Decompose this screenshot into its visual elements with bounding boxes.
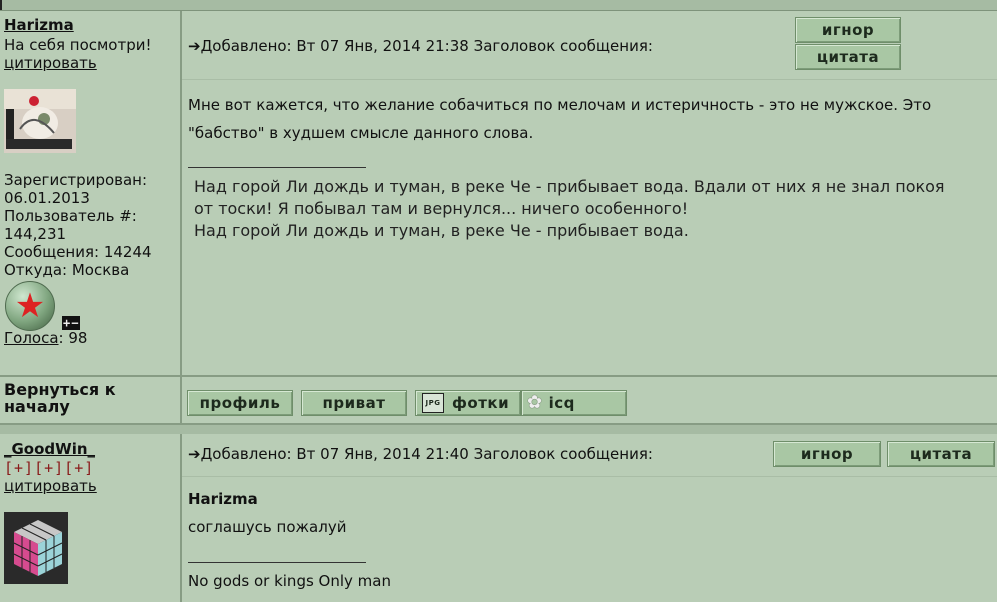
post-header: ➔Добавлено: Вт 07 Янв, 2014 21:38 Заголо… bbox=[182, 11, 997, 80]
posted-text: Добавлено: Вт 07 Янв, 2014 21:40 Заголов… bbox=[200, 445, 653, 463]
user-number: 144,231 bbox=[4, 225, 67, 243]
post-harizma: Harizma На себя посмотри! цитировать Зар… bbox=[0, 11, 997, 377]
back-to-top-link[interactable]: Вернуться к началу bbox=[4, 381, 116, 415]
signature-line: от тоски! Я побывал там и вернулся... ни… bbox=[194, 199, 689, 218]
top-bar-tick bbox=[0, 0, 2, 10]
avatar bbox=[4, 512, 68, 588]
icq-label: icq bbox=[548, 394, 575, 412]
avatar bbox=[4, 89, 76, 157]
quote-button[interactable]: цитата bbox=[887, 441, 995, 467]
plus-minus-toggle-icon[interactable]: +− bbox=[62, 316, 81, 330]
signature: No gods or kings Only man bbox=[188, 572, 391, 590]
icq-button[interactable]: ✿ icq bbox=[521, 390, 627, 416]
private-message-button[interactable]: приват bbox=[301, 390, 407, 416]
post-arrow-icon: ➔ bbox=[188, 37, 201, 55]
photo-icon: JPG bbox=[422, 393, 444, 413]
profile-button[interactable]: профиль bbox=[187, 390, 293, 416]
signature: Над горой Ли дождь и туман, в реке Че - … bbox=[194, 176, 945, 242]
ignore-button[interactable]: игнор bbox=[773, 441, 881, 467]
post-header: ➔Добавлено: Вт 07 Янв, 2014 21:40 Заголо… bbox=[182, 434, 997, 477]
votes: Голоса: 98 bbox=[4, 329, 87, 347]
post-author-panel: _GoodWin_ [+][+][+] цитировать bbox=[0, 434, 182, 602]
post-goodwin: _GoodWin_ [+][+][+] цитировать ➔Добавлен… bbox=[0, 434, 997, 602]
quote-author-link[interactable]: цитировать bbox=[4, 477, 97, 495]
quote-button[interactable]: цитата bbox=[795, 44, 901, 70]
quote-author-link[interactable]: цитировать bbox=[4, 54, 97, 72]
top-bar bbox=[0, 0, 997, 11]
photos-label: фотки bbox=[452, 394, 510, 412]
back-to-top-label: началу bbox=[4, 397, 70, 416]
reputation-marks: [+][+][+] bbox=[4, 459, 95, 477]
back-to-top-cell: Вернуться к началу bbox=[0, 377, 182, 423]
post-body: соглашусь пожалуй bbox=[188, 518, 347, 536]
author-username[interactable]: Harizma bbox=[4, 16, 74, 34]
back-to-top-label: Вернуться к bbox=[4, 380, 116, 399]
posted-meta: ➔Добавлено: Вт 07 Янв, 2014 21:40 Заголо… bbox=[188, 445, 653, 463]
signature-divider bbox=[188, 167, 366, 168]
star-badge-icon: ★ bbox=[5, 281, 55, 331]
posted-text: Добавлено: Вт 07 Янв, 2014 21:38 Заголов… bbox=[200, 37, 653, 55]
post-arrow-icon: ➔ bbox=[188, 445, 201, 463]
registered-label: Зарегистрирован: bbox=[4, 171, 148, 189]
registered-date: 06.01.2013 bbox=[4, 189, 90, 207]
post-content: ➔Добавлено: Вт 07 Янв, 2014 21:38 Заголо… bbox=[182, 11, 997, 375]
author-info: Зарегистрирован: 06.01.2013 Пользователь… bbox=[4, 171, 152, 279]
back-to-top-row: Вернуться к началу профиль приват JPG фот… bbox=[0, 377, 997, 425]
posted-meta: ➔Добавлено: Вт 07 Янв, 2014 21:38 Заголо… bbox=[188, 37, 653, 55]
author-rank: На себя посмотри! bbox=[4, 36, 152, 54]
author-username[interactable]: _GoodWin_ bbox=[4, 440, 95, 458]
post-separator bbox=[0, 425, 997, 433]
signature-divider bbox=[188, 562, 366, 563]
icq-flower-icon: ✿ bbox=[527, 392, 543, 413]
post-author-panel: Harizma На себя посмотри! цитировать Зар… bbox=[0, 11, 182, 375]
post-content: ➔Добавлено: Вт 07 Янв, 2014 21:40 Заголо… bbox=[182, 434, 997, 602]
photos-button[interactable]: JPG фотки bbox=[415, 390, 521, 416]
signature-line: Над горой Ли дождь и туман, в реке Че - … bbox=[194, 177, 945, 196]
user-action-buttons: профиль приват JPG фотки ✿ icq bbox=[182, 377, 997, 423]
post-body: Мне вот кажется, что желание собачиться … bbox=[188, 91, 931, 147]
votes-value: : 98 bbox=[58, 329, 88, 347]
quoted-author: Harizma bbox=[188, 490, 258, 508]
post-body-line: "бабство" в худшем смысле данного слова. bbox=[188, 124, 534, 142]
post-body-line: Мне вот кажется, что желание собачиться … bbox=[188, 96, 932, 114]
user-number-label: Пользователь #: bbox=[4, 207, 137, 225]
ignore-button[interactable]: игнор bbox=[795, 17, 901, 43]
location: Откуда: Москва bbox=[4, 261, 130, 279]
signature-line: Над горой Ли дождь и туман, в реке Че - … bbox=[194, 221, 689, 240]
votes-link[interactable]: Голоса bbox=[4, 329, 59, 347]
message-count: Сообщения: 14244 bbox=[4, 243, 152, 261]
